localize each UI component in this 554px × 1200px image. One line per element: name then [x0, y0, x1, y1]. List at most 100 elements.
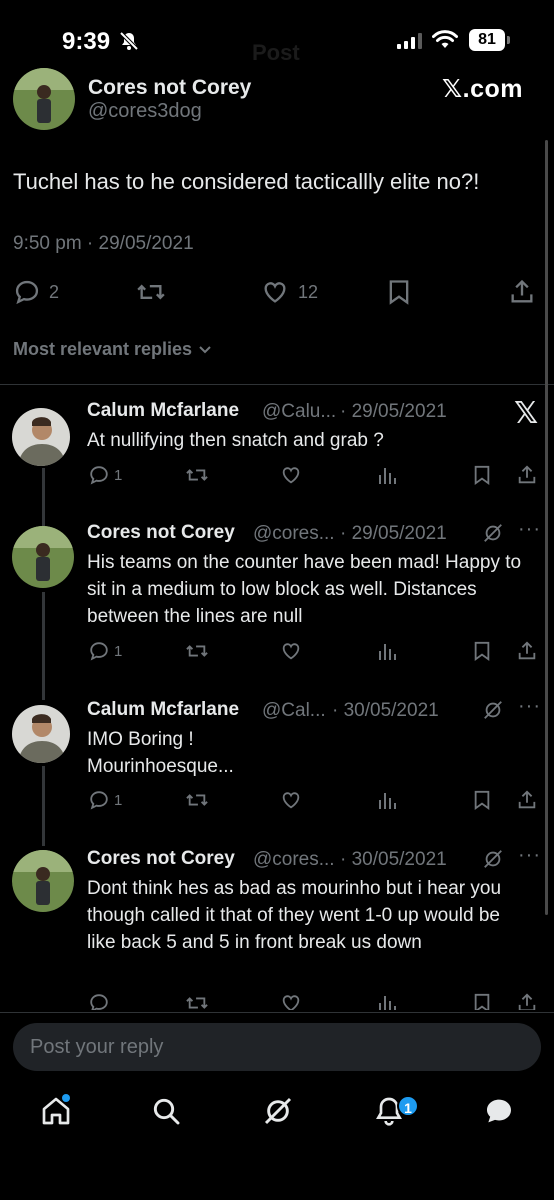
- reply-input[interactable]: [13, 1023, 541, 1071]
- grok-icon[interactable]: [482, 522, 504, 549]
- reply-avatar[interactable]: [12, 526, 74, 588]
- reply-count: 1: [114, 791, 123, 809]
- reply-actions: 1: [0, 464, 554, 488]
- bookmark-icon: [474, 465, 490, 485]
- reply-text: IMO Boring ! Mourinhoesque...: [87, 726, 537, 780]
- reply-text: His teams on the counter have been mad! …: [87, 552, 522, 627]
- share-button[interactable]: [508, 278, 536, 306]
- repost-button[interactable]: [184, 992, 210, 1010]
- reply-sort-dropdown[interactable]: Most relevant replies: [13, 339, 212, 360]
- repost-icon: [137, 284, 165, 300]
- reply-icon: [90, 791, 108, 810]
- tab-bar: [0, 1085, 554, 1145]
- reply-author-handle[interactable]: @Calu...: [262, 401, 336, 423]
- bookmark-button[interactable]: [472, 640, 492, 662]
- reply-button[interactable]: [88, 992, 110, 1010]
- views-icon: [379, 793, 396, 809]
- views-button[interactable]: [377, 992, 397, 1010]
- notifications-badge: 1: [397, 1095, 419, 1117]
- status-bar: 9:39 Post 81: [0, 0, 554, 80]
- views-button[interactable]: [377, 789, 397, 811]
- reply-date[interactable]: · 30/05/2021: [332, 700, 439, 722]
- quoted-author-handle[interactable]: @cores3dog: [88, 100, 202, 123]
- views-button[interactable]: [377, 640, 397, 662]
- wifi-icon: [432, 30, 458, 55]
- reply-button[interactable]: 1: [88, 464, 122, 486]
- bookmark-icon: [474, 790, 490, 810]
- home-unread-dot: [62, 1094, 70, 1102]
- heart-icon: [282, 643, 300, 660]
- share-icon: [518, 993, 536, 1010]
- grok-icon[interactable]: [482, 848, 504, 875]
- reply-actions: 1: [0, 789, 554, 813]
- reply-avatar[interactable]: [12, 850, 74, 912]
- reply-actions: 1: [0, 640, 554, 664]
- heart-icon: [264, 282, 286, 303]
- reply-author-name[interactable]: Cores not Corey: [87, 522, 235, 544]
- like-button[interactable]: [279, 640, 303, 662]
- more-options-icon[interactable]: ···: [518, 518, 541, 541]
- reply-icon: [90, 994, 108, 1010]
- share-button[interactable]: [516, 640, 538, 662]
- reply-button[interactable]: 2: [13, 278, 59, 306]
- reply-author-name[interactable]: Cores not Corey: [87, 848, 235, 870]
- post-datetime[interactable]: 9:50 pm · 29/05/2021: [13, 233, 194, 255]
- silent-mode-icon: [118, 30, 140, 57]
- like-button[interactable]: [279, 789, 303, 811]
- share-button[interactable]: [516, 464, 538, 486]
- heart-icon: [282, 995, 300, 1010]
- reply-button[interactable]: 1: [88, 789, 122, 811]
- chevron-down-icon: [199, 345, 211, 353]
- reply-date[interactable]: · 29/05/2021: [340, 401, 447, 423]
- like-button[interactable]: [279, 992, 303, 1010]
- more-options-icon[interactable]: ···: [518, 844, 541, 867]
- repost-button[interactable]: [184, 464, 210, 486]
- divider: [0, 384, 554, 385]
- reply-author-handle[interactable]: @Cal...: [262, 700, 326, 722]
- share-icon: [518, 641, 536, 660]
- quoted-author-name[interactable]: Cores not Corey: [88, 76, 251, 100]
- like-button[interactable]: [279, 464, 303, 486]
- like-button[interactable]: 12: [260, 278, 318, 306]
- reply-author-handle[interactable]: @cores...: [253, 523, 335, 545]
- share-button[interactable]: [516, 789, 538, 811]
- reply-author-name[interactable]: Calum Mcfarlane: [87, 699, 239, 721]
- more-options-icon[interactable]: ···: [518, 695, 541, 718]
- bookmark-button[interactable]: [472, 992, 492, 1010]
- search-icon[interactable]: [150, 1095, 182, 1132]
- reply-composer[interactable]: [13, 1023, 541, 1071]
- reply-avatar[interactable]: [12, 408, 70, 466]
- reply-button[interactable]: 1: [88, 640, 122, 662]
- repost-button[interactable]: [184, 789, 210, 811]
- views-button[interactable]: [377, 464, 397, 486]
- reply-sort-label: Most relevant replies: [13, 339, 193, 359]
- messages-icon[interactable]: [482, 1095, 516, 1132]
- grok-icon[interactable]: [262, 1095, 294, 1132]
- status-time: 9:39: [62, 28, 111, 55]
- reply-date[interactable]: · 30/05/2021: [340, 849, 447, 871]
- header-title: Post: [252, 40, 300, 65]
- reply-icon: [90, 466, 108, 485]
- bookmark-button[interactable]: [472, 789, 492, 811]
- views-icon: [379, 644, 396, 660]
- quoted-author-avatar[interactable]: [13, 68, 75, 130]
- bookmark-button[interactable]: [386, 278, 412, 306]
- repost-icon: [186, 997, 208, 1009]
- reply-author-handle[interactable]: @cores...: [253, 849, 335, 871]
- reply-text: Dont think hes as bad as mourinho but i …: [87, 878, 502, 953]
- share-icon: [518, 790, 536, 809]
- reply-date[interactable]: · 29/05/2021: [340, 523, 447, 545]
- reply-icon: [90, 642, 108, 661]
- reply-text-line: Mourinhoesque...: [87, 756, 234, 777]
- bookmark-icon: [474, 993, 490, 1010]
- bookmark-button[interactable]: [472, 464, 492, 486]
- repost-button[interactable]: [184, 640, 210, 662]
- reply-avatar[interactable]: [12, 705, 70, 763]
- repost-button[interactable]: [135, 278, 167, 306]
- views-icon: [379, 468, 396, 484]
- reply-count: 1: [114, 642, 123, 660]
- reply-author-name[interactable]: Calum Mcfarlane: [87, 400, 239, 422]
- reply-text-line: IMO Boring !: [87, 729, 194, 750]
- grok-icon[interactable]: [482, 699, 504, 726]
- share-button[interactable]: [516, 992, 538, 1010]
